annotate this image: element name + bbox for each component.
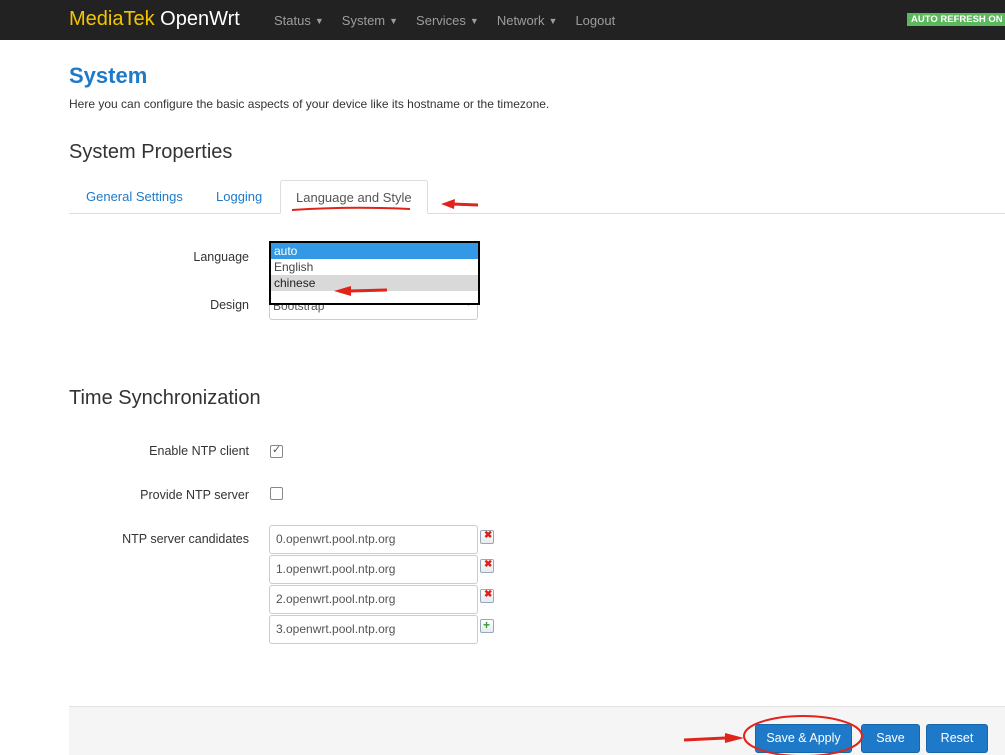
annotation-circle-save-apply — [743, 715, 863, 755]
annotation-arrow-tab — [451, 202, 479, 207]
annotation-arrowhead-chinese — [334, 286, 351, 296]
annotation-arrowhead-tab — [441, 199, 455, 209]
annotation-overlay — [291, 199, 863, 755]
annotation-underline — [291, 206, 411, 211]
annotation-arrowhead-save-apply — [725, 733, 744, 743]
annotation-arrow-chinese — [349, 288, 388, 293]
annotation-arrow-save-apply — [683, 736, 726, 742]
